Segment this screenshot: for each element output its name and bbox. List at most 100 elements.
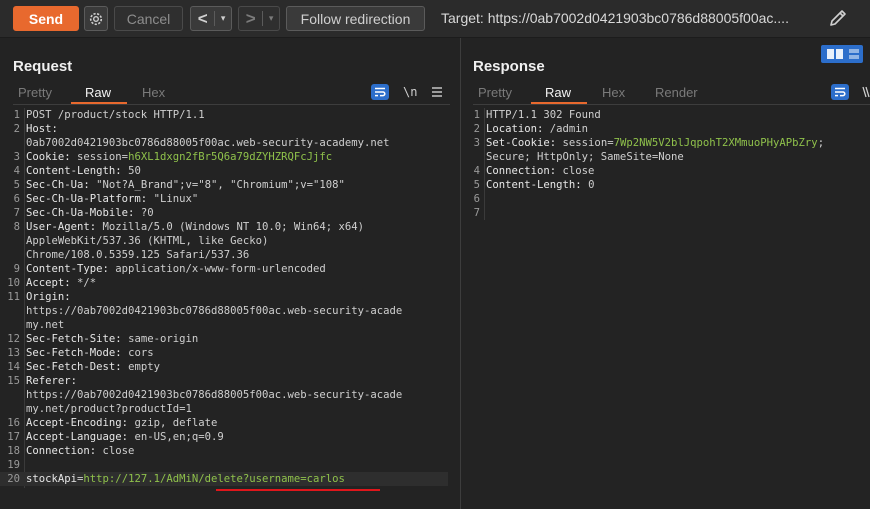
pretty-print-icon[interactable]	[831, 84, 849, 100]
newline-icon-clipped[interactable]	[862, 84, 870, 100]
request-line[interactable]: https://0ab7002d0421903bc0786d88005f00ac…	[0, 388, 448, 402]
line-text: Origin:	[26, 291, 71, 303]
menu-icon[interactable]	[430, 84, 444, 100]
follow-redirection-button[interactable]: Follow redirection	[286, 6, 425, 31]
line-text: Sec-Ch-Ua-Platform: "Linux"	[26, 193, 199, 205]
line-number: 12	[7, 333, 20, 345]
history-back-group: < ▾	[190, 6, 232, 31]
newline-icon[interactable]: \n	[403, 85, 417, 99]
back-history-dropdown[interactable]: ▾	[215, 13, 231, 24]
layout-split-icon[interactable]	[821, 45, 863, 63]
request-line[interactable]: 0ab7002d0421903bc0786d88005f00ac.web-sec…	[0, 136, 448, 150]
response-line[interactable]: 4 Connection: close	[460, 164, 870, 178]
cancel-button[interactable]: Cancel	[114, 6, 183, 31]
request-editor[interactable]: 1 POST /product/stock HTTP/1.1 2 Host: 0ab70…	[0, 108, 450, 498]
request-line[interactable]: AppleWebKit/537.36 (KHTML, like Gecko)	[0, 234, 448, 248]
request-line[interactable]: 9 Content-Type: application/x-www-form-ur…	[0, 262, 448, 276]
line-text: Host:	[26, 123, 58, 135]
request-line[interactable]: 8 User-Agent: Mozilla/5.0 (Windows NT 10.…	[0, 220, 448, 234]
request-line[interactable]: 2 Host:	[0, 122, 448, 136]
line-text: Content-Length: 50	[26, 165, 141, 177]
line-text: Accept-Encoding: gzip, deflate	[26, 417, 218, 429]
line-number: 2	[13, 123, 20, 135]
line-number: 4	[13, 165, 20, 177]
history-forward-group: > ▾	[238, 6, 280, 31]
line-number: 2	[473, 123, 480, 135]
request-line[interactable]: my.net/product?productId=1	[0, 402, 448, 416]
request-line[interactable]: 4 Content-Length: 50	[0, 164, 448, 178]
line-number: 9	[13, 263, 20, 275]
line-number: 4	[473, 165, 480, 177]
target-url[interactable]: Target: https://0ab7002d0421903bc0786d88…	[441, 10, 789, 26]
response-tab-pretty[interactable]: Pretty	[478, 85, 512, 100]
request-tabs-divider	[13, 104, 450, 105]
request-line[interactable]: 10 Accept: */*	[0, 276, 448, 290]
line-number: 15	[7, 375, 20, 387]
response-tab-render[interactable]: Render	[655, 85, 698, 100]
line-text: Sec-Ch-Ua: "Not?A_Brand";v="8", "Chromiu…	[26, 179, 345, 191]
line-text: Connection: close	[26, 445, 135, 457]
line-text: Accept: */*	[26, 277, 97, 289]
line-text: https://0ab7002d0421903bc0786d88005f00ac…	[26, 305, 403, 317]
response-line[interactable]: Secure; HttpOnly; SameSite=None	[460, 150, 870, 164]
line-number: 18	[7, 445, 20, 457]
request-line[interactable]: 12 Sec-Fetch-Site: same-origin	[0, 332, 448, 346]
request-line[interactable]: 13 Sec-Fetch-Mode: cors	[0, 346, 448, 360]
request-title: Request	[13, 58, 73, 75]
line-text: 0ab7002d0421903bc0786d88005f00ac.web-sec…	[26, 137, 390, 149]
pretty-print-icon[interactable]	[371, 84, 389, 100]
pencil-icon[interactable]	[828, 8, 848, 28]
response-line[interactable]: 2 Location: /admin	[460, 122, 870, 136]
request-line[interactable]: https://0ab7002d0421903bc0786d88005f00ac…	[0, 304, 448, 318]
request-line[interactable]: 11 Origin:	[0, 290, 448, 304]
request-tab-pretty[interactable]: Pretty	[18, 85, 52, 100]
forward-button[interactable]: >	[239, 9, 262, 29]
response-line[interactable]: 6	[460, 192, 870, 206]
line-text: https://0ab7002d0421903bc0786d88005f00ac…	[26, 389, 403, 401]
request-tab-hex[interactable]: Hex	[142, 85, 165, 100]
send-button[interactable]: Send	[13, 6, 79, 31]
line-number: 3	[473, 137, 480, 149]
response-line[interactable]: 1 HTTP/1.1 302 Found	[460, 108, 870, 122]
line-number: 3	[13, 151, 20, 163]
request-line[interactable]: 18 Connection: close	[0, 444, 448, 458]
request-line[interactable]: 7 Sec-Ch-Ua-Mobile: ?0	[0, 206, 448, 220]
request-line[interactable]: 6 Sec-Ch-Ua-Platform: "Linux"	[0, 192, 448, 206]
request-line[interactable]: 1 POST /product/stock HTTP/1.1	[0, 108, 448, 122]
request-line[interactable]: 16 Accept-Encoding: gzip, deflate	[0, 416, 448, 430]
response-line[interactable]: 5 Content-Length: 0	[460, 178, 870, 192]
line-number: 5	[473, 179, 480, 191]
line-text: POST /product/stock HTTP/1.1	[26, 109, 205, 121]
line-text: Chrome/108.0.5359.125 Safari/537.36	[26, 249, 250, 261]
settings-button[interactable]	[84, 6, 108, 31]
request-line[interactable]: 17 Accept-Language: en-US,en;q=0.9	[0, 430, 448, 444]
request-line[interactable]: my.net	[0, 318, 448, 332]
line-text: stockApi=http://127.1/AdMiN/delete?usern…	[26, 473, 345, 485]
line-number: 17	[7, 431, 20, 443]
line-text: Referer:	[26, 375, 78, 387]
request-line[interactable]: 20 stockApi=http://127.1/AdMiN/delete?use…	[0, 472, 448, 486]
line-number: 1	[473, 109, 480, 121]
response-editor[interactable]: 1 HTTP/1.1 302 Found 2 Location: /admin 3 Set…	[460, 108, 870, 228]
response-tabs-divider	[473, 104, 870, 105]
request-tab-raw[interactable]: Raw	[85, 85, 111, 100]
line-number: 10	[7, 277, 20, 289]
request-line[interactable]: 5 Sec-Ch-Ua: "Not?A_Brand";v="8", "Chromi…	[0, 178, 448, 192]
request-line[interactable]: 14 Sec-Fetch-Dest: empty	[0, 360, 448, 374]
response-line[interactable]: 7	[460, 206, 870, 220]
line-number: 5	[13, 179, 20, 191]
request-line[interactable]: 15 Referer:	[0, 374, 448, 388]
line-text: User-Agent: Mozilla/5.0 (Windows NT 10.0…	[26, 221, 365, 233]
response-line[interactable]: 3 Set-Cookie: session=7Wp2NW5V2blJqpohT2X…	[460, 136, 870, 150]
response-title: Response	[473, 58, 545, 75]
forward-history-dropdown[interactable]: ▾	[263, 13, 279, 24]
response-tab-raw[interactable]: Raw	[545, 85, 571, 100]
response-tab-hex[interactable]: Hex	[602, 85, 625, 100]
back-button[interactable]: <	[191, 9, 214, 29]
line-number: 7	[13, 207, 20, 219]
line-number: 20	[7, 473, 20, 485]
request-line[interactable]: 19	[0, 458, 448, 472]
gear-icon	[89, 12, 103, 25]
request-line[interactable]: 3 Cookie: session=h6XL1dxgn2fBr5Q6a79dZYH…	[0, 150, 448, 164]
request-line[interactable]: Chrome/108.0.5359.125 Safari/537.36	[0, 248, 448, 262]
